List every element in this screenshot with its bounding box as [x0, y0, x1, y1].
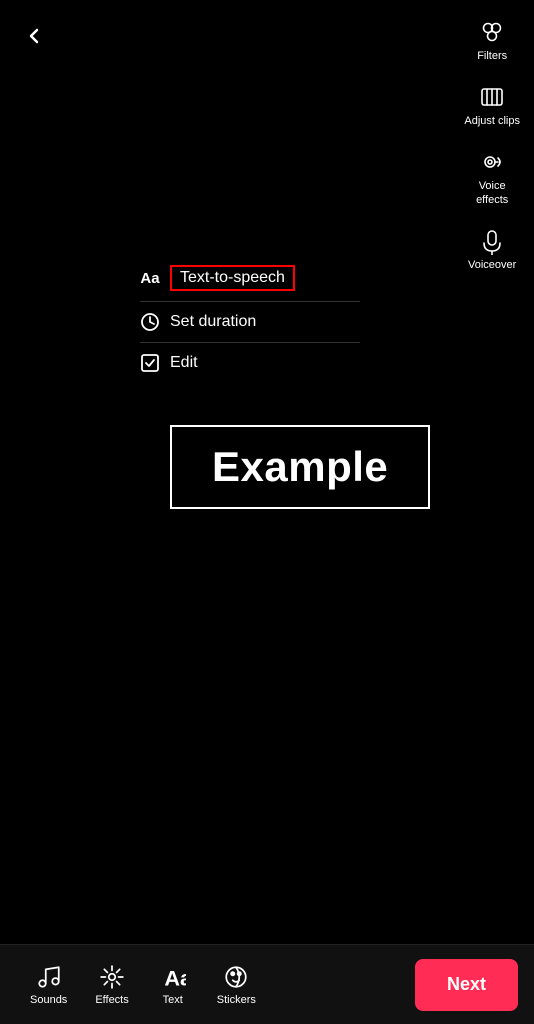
sidebar-item-voice-effects[interactable]: Voiceeffects	[470, 140, 514, 214]
context-menu: Aa Text-to-speech Set duration Edit	[140, 255, 360, 383]
sidebar-item-voiceover[interactable]: Voiceover	[462, 219, 522, 280]
nav-item-text[interactable]: Aa Text	[143, 956, 203, 1014]
stickers-label: Stickers	[217, 994, 256, 1006]
right-sidebar: Filters Adjust clips Voiceeffects Voiceo…	[458, 10, 526, 280]
next-button[interactable]: Next	[415, 959, 518, 1011]
sidebar-item-filters[interactable]: Filters	[471, 10, 513, 71]
sounds-label: Sounds	[30, 994, 67, 1006]
text-to-speech-item[interactable]: Aa Text-to-speech	[140, 255, 360, 302]
filters-label: Filters	[477, 50, 507, 63]
text-to-speech-label: Text-to-speech	[170, 265, 295, 291]
example-text-box[interactable]: Example	[170, 425, 430, 509]
adjust-clips-label: Adjust clips	[464, 115, 520, 128]
svg-text:Aa: Aa	[164, 965, 186, 989]
sidebar-item-adjust-clips[interactable]: Adjust clips	[458, 75, 526, 136]
example-text: Example	[212, 443, 388, 491]
back-button[interactable]	[16, 18, 52, 54]
edit-label: Edit	[170, 354, 198, 372]
set-duration-item[interactable]: Set duration	[140, 302, 360, 343]
nav-item-effects[interactable]: Effects	[81, 956, 142, 1014]
text-label: Text	[163, 994, 183, 1006]
voiceover-label: Voiceover	[468, 259, 516, 272]
effects-label: Effects	[95, 994, 128, 1006]
nav-items: Sounds Effects Aa Text	[16, 956, 270, 1014]
voice-effects-label: Voiceeffects	[476, 180, 508, 206]
set-duration-label: Set duration	[170, 313, 256, 331]
nav-item-sounds[interactable]: Sounds	[16, 956, 81, 1014]
nav-item-stickers[interactable]: Stickers	[203, 956, 270, 1014]
aa-icon: Aa	[140, 270, 160, 287]
edit-item[interactable]: Edit	[140, 343, 360, 383]
bottom-nav: Sounds Effects Aa Text	[0, 944, 534, 1024]
